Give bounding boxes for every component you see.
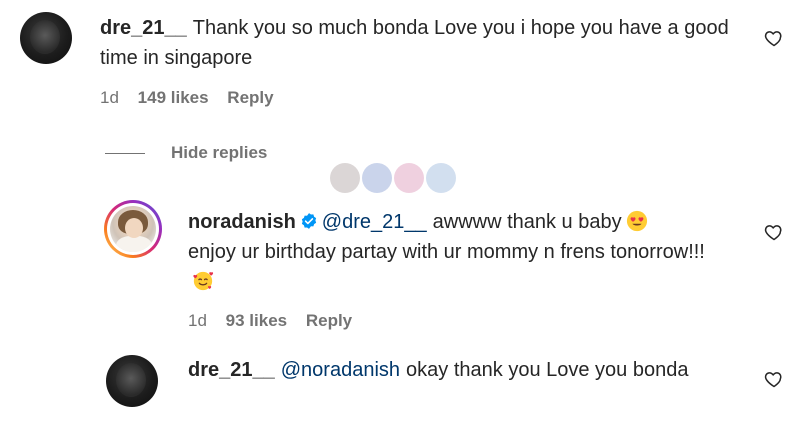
verified-badge-icon (301, 213, 316, 229)
avatar[interactable] (20, 12, 72, 64)
reply-body: okay thank you Love you bonda (406, 359, 689, 381)
hide-replies-label: Hide replies (171, 143, 268, 162)
reply-username[interactable]: noradanish (188, 211, 296, 233)
comment-text: dre_21__ Thank you so much bonda Love you… (100, 13, 740, 73)
reply-meta: 1d 93 likes Reply (188, 311, 352, 331)
comment-likes[interactable]: 149 likes (138, 88, 209, 107)
reply-button[interactable]: Reply (306, 311, 352, 330)
hide-replies-button[interactable]: Hide replies (105, 143, 267, 163)
reply-text: noradanish @dre_21__ awwww thank u baby enj… (188, 207, 708, 297)
reply-mention[interactable]: @noradanish (281, 359, 400, 381)
replies-divider-line (105, 153, 145, 155)
avatar[interactable] (106, 355, 158, 407)
reply-body-rest: enjoy ur birthday partay with ur mommy n… (188, 241, 705, 263)
reply-button[interactable]: Reply (227, 88, 273, 107)
reply-time[interactable]: 1d (188, 311, 207, 330)
heart-outline-icon[interactable] (764, 222, 784, 242)
reply-body-line1: awwww thank u baby (432, 211, 622, 233)
avatar-with-story-ring[interactable] (104, 200, 162, 258)
heart-outline-icon[interactable] (764, 28, 784, 48)
comment-meta: 1d 149 likes Reply (100, 88, 274, 108)
heart-eyes-emoji (626, 210, 647, 232)
heart-outline-icon[interactable] (764, 369, 784, 389)
comment-time[interactable]: 1d (100, 88, 119, 107)
watermark-logo (330, 163, 470, 213)
smiling-face-with-hearts-emoji (193, 271, 214, 291)
comment-body: Thank you so much bonda Love you i hope … (100, 17, 729, 69)
reply-text: dre_21__ @noradanish okay thank you Love y… (188, 355, 708, 385)
reply-username[interactable]: dre_21__ (188, 359, 275, 381)
reply-mention[interactable]: @dre_21__ (322, 211, 427, 233)
reply-likes[interactable]: 93 likes (226, 311, 287, 330)
comment-username[interactable]: dre_21__ (100, 17, 187, 39)
